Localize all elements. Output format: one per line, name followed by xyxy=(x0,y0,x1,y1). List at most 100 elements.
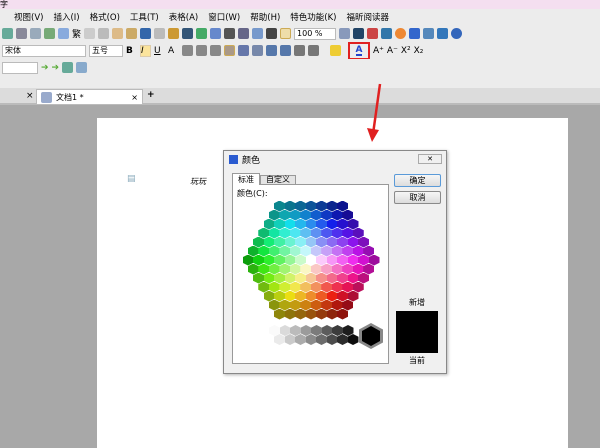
color-swatch[interactable] xyxy=(331,245,343,257)
color-swatch[interactable] xyxy=(253,272,264,284)
new-tab-button[interactable]: + xyxy=(147,90,155,100)
color-swatch[interactable] xyxy=(326,218,338,230)
color-swatch[interactable] xyxy=(337,218,348,230)
gray-swatch[interactable] xyxy=(300,325,312,336)
font-color-button[interactable]: A xyxy=(348,41,370,60)
color-swatch[interactable] xyxy=(305,218,317,230)
align-left-icon[interactable] xyxy=(182,45,193,56)
table-icon[interactable] xyxy=(210,28,222,39)
gray-swatch[interactable] xyxy=(347,334,359,345)
color-swatch[interactable] xyxy=(300,263,312,275)
color-swatch[interactable] xyxy=(295,308,306,320)
color-swatch[interactable] xyxy=(326,290,338,302)
menu-window[interactable]: 窗口(W) xyxy=(208,11,240,23)
drawing-icon[interactable] xyxy=(252,28,264,39)
menu-format[interactable]: 格式(O) xyxy=(90,11,120,23)
color-swatch[interactable] xyxy=(274,218,285,230)
feedback-icon[interactable] xyxy=(437,28,449,39)
color-swatch[interactable] xyxy=(242,254,254,266)
color-swatch[interactable] xyxy=(263,272,275,284)
gray-swatch[interactable] xyxy=(284,334,296,345)
color-swatch[interactable] xyxy=(352,263,364,275)
color-swatch[interactable] xyxy=(316,272,327,284)
color-swatch[interactable] xyxy=(337,308,348,320)
color-swatch[interactable] xyxy=(316,236,327,248)
color-swatch[interactable] xyxy=(347,272,359,284)
shrink-font-icon[interactable]: A⁻ xyxy=(387,46,398,56)
bold-icon[interactable]: B xyxy=(126,46,137,56)
color-swatch[interactable] xyxy=(342,281,354,293)
color-swatch[interactable] xyxy=(337,290,348,302)
color-swatch[interactable] xyxy=(247,263,259,275)
superscript-icon[interactable]: X² xyxy=(401,46,411,56)
color-swatch[interactable] xyxy=(337,254,348,266)
menu-insert[interactable]: 插入(I) xyxy=(53,11,79,23)
show-marks-icon[interactable] xyxy=(266,28,278,39)
color-swatch[interactable] xyxy=(258,245,270,257)
color-swatch[interactable] xyxy=(342,227,354,239)
gray-swatch[interactable] xyxy=(279,325,291,336)
decrease-indent-icon[interactable] xyxy=(294,45,305,56)
color-swatch[interactable] xyxy=(305,308,317,320)
color-swatch[interactable] xyxy=(316,254,327,266)
color-swatch[interactable] xyxy=(363,263,375,275)
color-swatch[interactable] xyxy=(326,272,338,284)
gray-swatch[interactable] xyxy=(326,334,338,345)
color-swatch[interactable] xyxy=(352,227,364,239)
color-swatch[interactable] xyxy=(263,254,275,266)
italic-icon[interactable]: I xyxy=(140,44,151,57)
color-swatch[interactable] xyxy=(289,281,301,293)
color-swatch[interactable] xyxy=(300,209,312,221)
color-swatch[interactable] xyxy=(289,209,301,221)
color-swatch[interactable] xyxy=(274,290,285,302)
color-swatch[interactable] xyxy=(289,245,301,257)
color-swatch[interactable] xyxy=(326,236,338,248)
color-swatch[interactable] xyxy=(337,200,348,212)
font-size-select[interactable]: 五号 xyxy=(89,44,123,57)
color-swatch[interactable] xyxy=(305,290,317,302)
color-swatch[interactable] xyxy=(300,281,312,293)
color-swatch[interactable] xyxy=(358,236,369,248)
traditional-chinese-button[interactable]: 繁 xyxy=(72,27,81,40)
menu-foxit[interactable]: 福昕阅读器 xyxy=(347,11,390,23)
grow-font-icon[interactable]: A⁺ xyxy=(373,46,384,56)
color-swatch[interactable] xyxy=(295,200,306,212)
new-doc-icon[interactable] xyxy=(44,28,55,39)
color-swatch[interactable] xyxy=(331,281,343,293)
color-swatch[interactable] xyxy=(295,254,306,266)
color-swatch[interactable] xyxy=(310,209,322,221)
color-swatch[interactable] xyxy=(295,236,306,248)
preview-icon[interactable] xyxy=(30,28,41,39)
color-swatch[interactable] xyxy=(279,245,291,257)
forward-icon[interactable]: ➔ xyxy=(41,63,49,73)
cut-icon[interactable] xyxy=(98,28,110,39)
color-swatch[interactable] xyxy=(274,272,285,284)
color-swatch[interactable] xyxy=(274,200,285,212)
color-swatch[interactable] xyxy=(268,263,280,275)
gray-swatch[interactable] xyxy=(274,334,285,345)
color-swatch[interactable] xyxy=(347,218,359,230)
color-swatch[interactable] xyxy=(284,218,296,230)
read-mode-icon[interactable] xyxy=(339,28,351,39)
color-swatch[interactable] xyxy=(305,272,317,284)
color-swatch[interactable] xyxy=(300,245,312,257)
chart-icon[interactable] xyxy=(238,28,250,39)
color-swatch[interactable] xyxy=(358,254,369,266)
color-swatch[interactable] xyxy=(310,227,322,239)
color-swatch[interactable] xyxy=(284,272,296,284)
color-swatch[interactable] xyxy=(263,236,275,248)
redo-icon[interactable] xyxy=(154,28,166,39)
color-swatch[interactable] xyxy=(316,218,327,230)
color-swatch[interactable] xyxy=(347,290,359,302)
color-swatch[interactable] xyxy=(268,227,280,239)
menu-view[interactable]: 视图(V) xyxy=(14,11,43,23)
copy-icon[interactable] xyxy=(84,28,96,39)
color-swatch[interactable] xyxy=(274,254,285,266)
color-swatch[interactable] xyxy=(321,263,333,275)
color-swatch[interactable] xyxy=(305,200,317,212)
align-center-icon[interactable] xyxy=(196,45,207,56)
gray-swatch[interactable] xyxy=(295,334,306,345)
color-swatch[interactable] xyxy=(268,245,280,257)
color-swatch[interactable] xyxy=(316,200,327,212)
gray-swatch[interactable] xyxy=(332,325,343,336)
